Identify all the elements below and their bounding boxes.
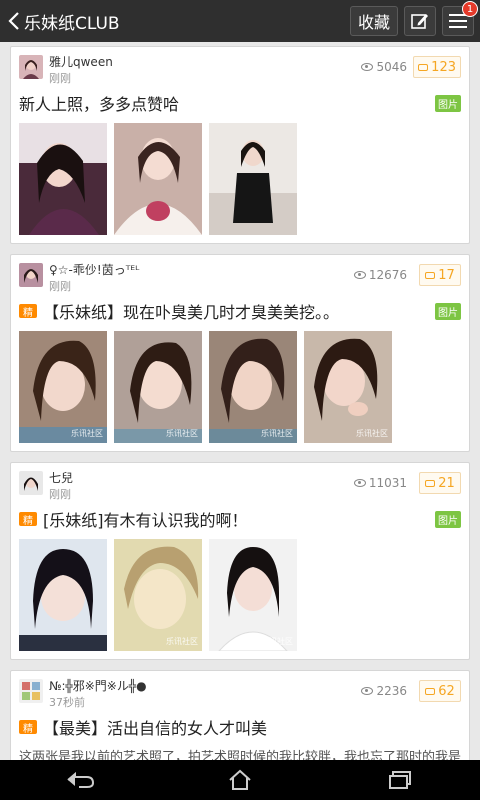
back-icon	[67, 771, 95, 788]
avatar[interactable]	[19, 55, 43, 79]
comment-icon	[425, 479, 436, 487]
comment-icon	[425, 271, 436, 279]
eye-icon	[361, 63, 374, 71]
view-count: 5046	[361, 60, 407, 74]
comment-count-button[interactable]: 123	[413, 56, 461, 78]
avatar[interactable]	[19, 471, 43, 495]
post-thumbnail[interactable]: 乐讯社区	[209, 539, 297, 651]
comment-icon	[418, 63, 429, 71]
username[interactable]: 七兒	[49, 469, 73, 486]
post-card[interactable]: ♀☆-乖仯!茵っᵀᴱᴸ 刚刚 12676 17 精 【乐妹纸】现在卟臭美几时才臭…	[10, 254, 470, 452]
post-time: 刚刚	[49, 72, 71, 85]
edit-icon	[411, 14, 428, 29]
nav-back-button[interactable]	[60, 766, 100, 794]
post-card[interactable]: 七兒 刚刚 11031 21 精 [乐妹纸]有木有认识我的啊！ 图片 乐讯社区 …	[10, 462, 470, 660]
post-thumbnail[interactable]: 乐讯社区	[114, 331, 202, 443]
post-title[interactable]: 新人上照，多多点赞哈 图片	[11, 87, 469, 119]
thumbnail-row: 乐讯社区 乐讯社区	[11, 535, 469, 659]
view-count: 2236	[361, 684, 407, 698]
notification-badge: 1	[462, 1, 478, 17]
comment-icon	[425, 687, 436, 695]
post-card[interactable]: №:╬邪※門※ル╬● 37秒前 2236 62 精 【最美】活出自信的女人才叫美…	[10, 670, 470, 760]
image-tag: 图片	[435, 95, 461, 112]
image-tag: 图片	[435, 511, 461, 528]
avatar[interactable]	[19, 679, 43, 703]
post-thumbnail[interactable]	[19, 539, 107, 651]
menu-button[interactable]: 1	[442, 1, 478, 36]
post-thumbnail[interactable]: 乐讯社区	[209, 331, 297, 443]
view-count: 11031	[353, 476, 407, 490]
post-thumbnail[interactable]	[114, 123, 202, 235]
post-feed[interactable]: 雅儿qween 刚刚 5046 123 新人上照，多多点赞哈 图片 ♀☆-乖仯!…	[0, 42, 480, 760]
comment-count-button[interactable]: 17	[419, 264, 461, 286]
post-time: 刚刚	[49, 488, 71, 501]
back-button[interactable]	[4, 0, 24, 42]
system-navigation-bar	[0, 760, 480, 800]
post-thumbnail[interactable]: 乐讯社区	[304, 331, 392, 443]
comment-count-button[interactable]: 62	[419, 680, 461, 702]
nav-recent-apps-button[interactable]	[380, 766, 420, 794]
featured-badge: 精	[19, 512, 37, 527]
thumbnail-row: 乐讯社区 乐讯社区 乐讯社区 乐讯社区	[11, 327, 469, 451]
post-thumbnail[interactable]: 乐讯社区	[19, 331, 107, 443]
post-header: ♀☆-乖仯!茵っᵀᴱᴸ 刚刚 12676 17	[11, 255, 469, 295]
nav-home-button[interactable]	[220, 766, 260, 794]
watermark: 乐讯社区	[356, 429, 388, 438]
avatar[interactable]	[19, 263, 43, 287]
featured-badge: 精	[19, 720, 37, 735]
eye-icon	[353, 271, 366, 279]
featured-badge: 精	[19, 304, 37, 319]
post-time: 刚刚	[49, 280, 71, 293]
post-time: 37秒前	[49, 696, 85, 709]
post-header: №:╬邪※門※ル╬● 37秒前 2236 62	[11, 671, 469, 711]
chevron-left-icon	[8, 12, 19, 30]
image-tag: 图片	[435, 303, 461, 320]
view-count: 12676	[353, 268, 407, 282]
post-thumbnail[interactable]	[19, 123, 107, 235]
watermark: 乐讯社区	[166, 637, 198, 646]
watermark: 乐讯社区	[71, 429, 103, 438]
username[interactable]: 雅儿qween	[49, 53, 113, 70]
watermark: 乐讯社区	[261, 429, 293, 438]
post-thumbnail[interactable]: 乐讯社区	[114, 539, 202, 651]
post-card[interactable]: 雅儿qween 刚刚 5046 123 新人上照，多多点赞哈 图片	[10, 46, 470, 244]
watermark: 乐讯社区	[261, 637, 293, 646]
comment-count-button[interactable]: 21	[419, 472, 461, 494]
watermark: 乐讯社区	[166, 429, 198, 438]
post-header: 雅儿qween 刚刚 5046 123	[11, 47, 469, 87]
top-app-bar: 乐妹纸CLUB 收藏 1	[0, 0, 480, 42]
post-header: 七兒 刚刚 11031 21	[11, 463, 469, 503]
page-title: 乐妹纸CLUB	[24, 13, 120, 34]
post-thumbnail[interactable]	[209, 123, 297, 235]
post-snippet[interactable]: 这两张是我以前的艺术照了，拍艺术照时候的我比较胖，我也忘了那时的我是有多少斤了。…	[11, 743, 469, 760]
post-title[interactable]: 精 【最美】活出自信的女人才叫美	[11, 711, 469, 743]
eye-icon	[361, 687, 374, 695]
compose-button[interactable]	[404, 6, 436, 36]
recent-apps-icon	[389, 771, 411, 789]
username[interactable]: ♀☆-乖仯!茵っᵀᴱᴸ	[49, 261, 139, 278]
username[interactable]: №:╬邪※門※ル╬●	[49, 677, 147, 694]
post-title[interactable]: 精 【乐妹纸】现在卟臭美几时才臭美美挖。。 图片	[11, 295, 469, 327]
home-icon	[229, 769, 251, 790]
thumbnail-row	[11, 119, 469, 243]
eye-icon	[353, 479, 366, 487]
post-title[interactable]: 精 [乐妹纸]有木有认识我的啊！ 图片	[11, 503, 469, 535]
favorite-button[interactable]: 收藏	[350, 6, 398, 36]
